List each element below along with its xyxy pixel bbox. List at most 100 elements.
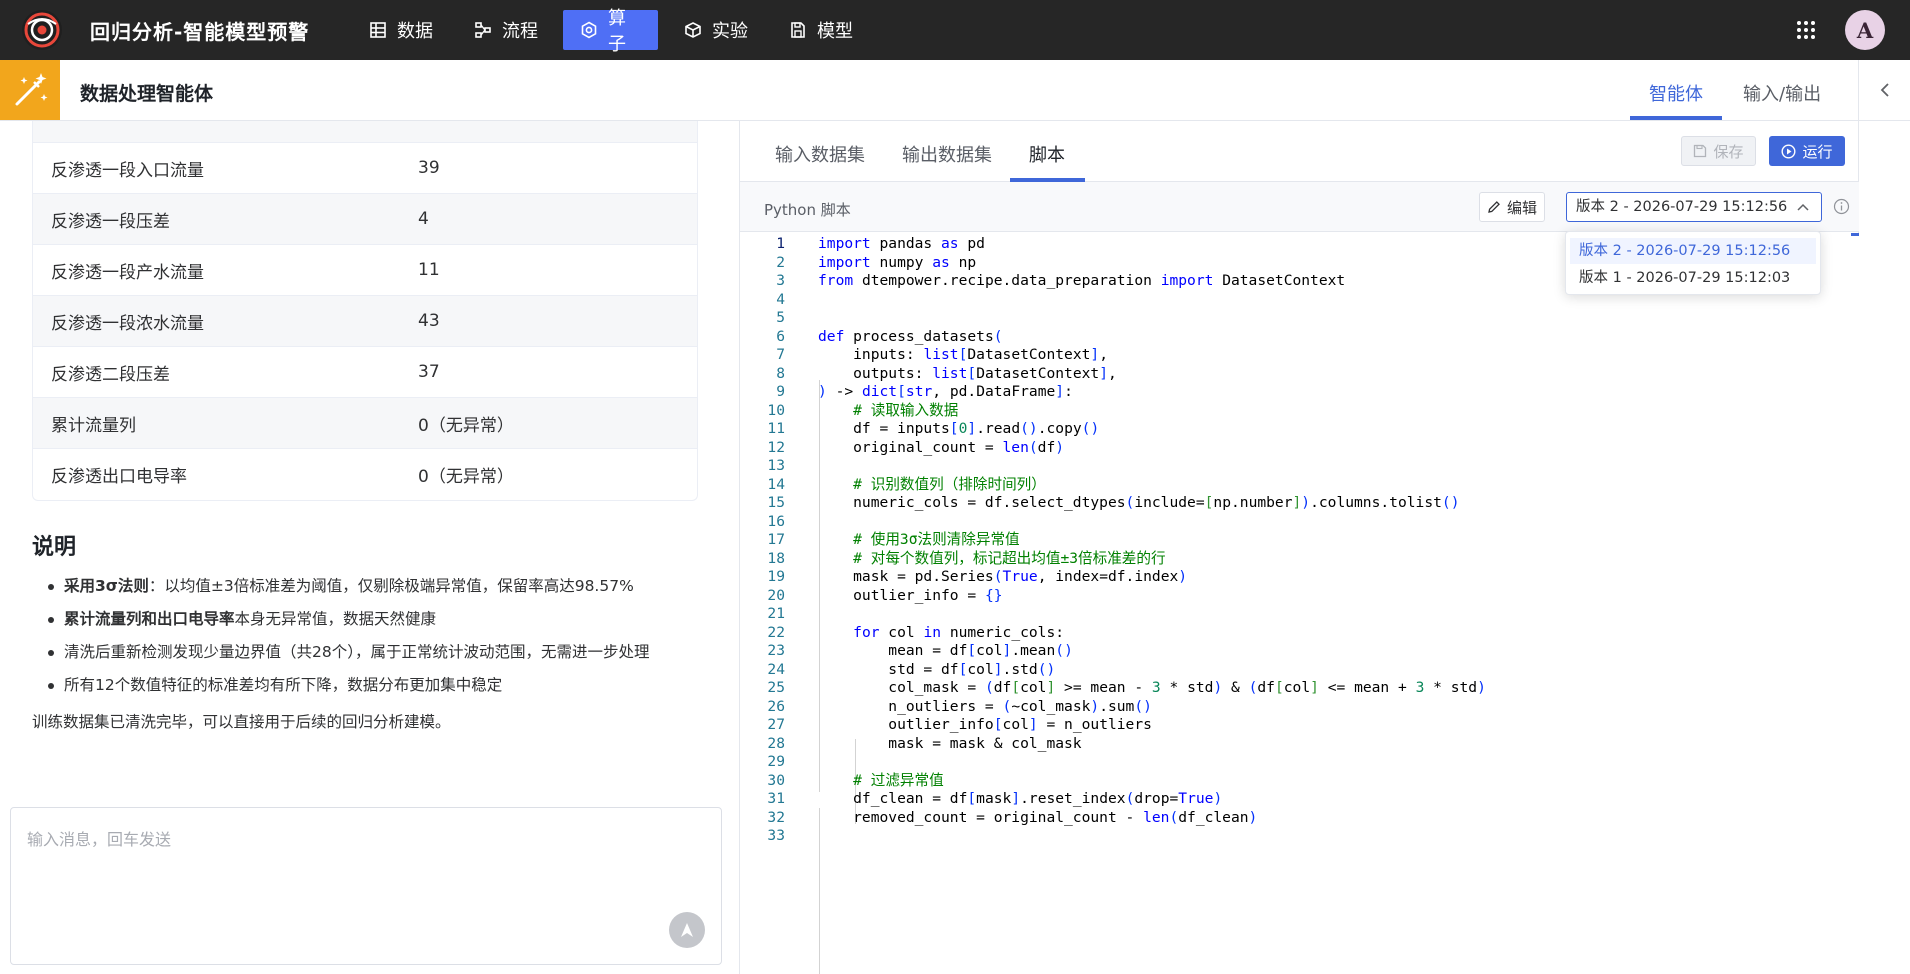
script-toolbar: Python 脚本 编辑 版本 2 - 2026-07-29 15:12:56 <box>740 182 1859 232</box>
top-navbar: 回归分析-智能模型预警 数据 流程 算子 实验 模型 A <box>0 0 1910 60</box>
operator-icon <box>581 21 597 39</box>
table-cell-name: 反渗透一段浓水流量 <box>51 313 204 334</box>
bullet-bold: 累计流量列和出口电导率 <box>64 610 235 628</box>
version-option[interactable]: 版本 2 - 2026-07-29 15:12:56 <box>1570 238 1816 264</box>
tab-agent[interactable]: 智能体 <box>1649 80 1703 106</box>
bullet-bold: 采用3σ法则 <box>64 577 149 595</box>
code-text: mask = mask & col_mask <box>818 734 1082 752</box>
save-icon <box>1694 144 1707 158</box>
scrollbar-marker[interactable] <box>1851 233 1859 236</box>
tab-script[interactable]: 脚本 <box>1029 141 1065 167</box>
nav-label-data: 数据 <box>397 21 433 42</box>
dataset-tabs: 输入数据集 输出数据集 脚本 保存 运行 <box>740 121 1859 182</box>
table-row: 反渗透二段压差 37 <box>33 347 697 398</box>
version-select[interactable]: 版本 2 - 2026-07-29 15:12:56 <box>1566 192 1822 222</box>
cube-icon <box>685 22 701 38</box>
send-button[interactable] <box>669 912 705 948</box>
run-button[interactable]: 运行 <box>1769 136 1845 166</box>
app-logo-icon[interactable] <box>22 10 62 50</box>
bullet-text: 清洗后重新检测发现少量边界值（共28个），属于正常统计波动范围，无需进一步处理 <box>64 643 650 661</box>
table-row: 反渗透一段产水流量 11 <box>33 245 697 296</box>
script-language-label: Python 脚本 <box>764 201 851 219</box>
version-selected-value: 版本 2 - 2026-07-29 15:12:56 <box>1576 199 1788 215</box>
save-label: 保存 <box>1713 142 1744 161</box>
bullet-text: 所有12个数值特征的标准差均有所下降，数据分布更加集中稳定 <box>64 676 503 694</box>
nav-item-model[interactable]: 模型 <box>772 10 870 50</box>
chevron-left-icon[interactable] <box>1875 80 1895 100</box>
nav-label-operator: 算子 <box>608 8 626 55</box>
chat-input[interactable]: 输入消息，回车发送 <box>10 807 722 965</box>
line-number: 33 <box>767 827 785 844</box>
send-icon <box>681 923 693 937</box>
outlier-table: 反渗透一段入口流量 39 反渗透一段压差 4 反渗透一段产水流量 11 反渗透一段浓水… <box>32 121 698 501</box>
table-cell-value: 0（无异常） <box>418 467 514 487</box>
bullet-text: 本身无异常值，数据天然健康 <box>234 610 437 628</box>
table-cell-value: 11 <box>418 260 440 280</box>
list-item: 清洗后重新检测发现少量边界值（共28个），属于正常统计波动范围，无需进一步处理 <box>42 636 722 669</box>
table-icon <box>370 22 386 38</box>
table-cell-name: 反渗透一段压差 <box>51 211 170 232</box>
table-cell-value: 39 <box>418 158 440 178</box>
table-cell-value: 4 <box>418 209 429 229</box>
conclusion-text: 训练数据集已清洗完毕，可以直接用于后续的回归分析建模。 <box>32 713 451 731</box>
table-cell-name: 反渗透一段入口流量 <box>51 160 204 181</box>
list-item: 累计流量列和出口电导率本身无异常值，数据天然健康 <box>42 603 722 636</box>
agent-title: 数据处理智能体 <box>80 83 214 105</box>
info-icon[interactable] <box>1833 198 1850 215</box>
nav-label-model: 模型 <box>817 21 853 42</box>
tab-input-dataset[interactable]: 输入数据集 <box>775 141 865 167</box>
notes-list: 采用3σ法则：以均值±3倍标准差为阈值，仅剔除极端异常值，保留率高达98.57%… <box>42 570 722 702</box>
table-row: 反渗透出口电导率 0（无异常） <box>33 449 697 500</box>
save-button[interactable]: 保存 <box>1681 136 1756 166</box>
code-text: outlier_info = {} <box>818 586 1003 604</box>
table-row: 反渗透一段入口流量 39 <box>33 143 697 194</box>
magic-wand-icon <box>0 60 60 120</box>
chat-panel: 反渗透一段入口流量 39 反渗透一段压差 4 反渗透一段产水流量 11 反渗透一段浓水… <box>0 121 738 974</box>
play-icon <box>1781 143 1796 159</box>
list-item: 采用3σ法则：以均值±3倍标准差为阈值，仅剔除极端异常值，保留率高达98.57% <box>42 570 722 603</box>
nav-label-flow: 流程 <box>502 21 538 42</box>
model-icon <box>791 22 805 38</box>
nav-item-experiment[interactable]: 实验 <box>667 10 765 50</box>
table-cell-name: 累计流量列 <box>51 415 136 436</box>
tab-input-output[interactable]: 输入/输出 <box>1743 80 1821 106</box>
bullet-text: ：以均值±3倍标准差为阈值，仅剔除极端异常值，保留率高达98.57% <box>148 577 634 595</box>
active-tab-indicator <box>1630 116 1722 120</box>
table-cell-value: 0（无异常） <box>418 415 514 436</box>
tab-output-dataset[interactable]: 输出数据集 <box>902 141 992 167</box>
apps-grid-icon[interactable] <box>1796 20 1816 40</box>
table-cell-name: 反渗透出口电导率 <box>51 467 187 487</box>
pencil-icon <box>1488 201 1500 213</box>
nav-label-experiment: 实验 <box>712 21 748 42</box>
table-row: 反渗透一段浓水流量 43 <box>33 296 697 347</box>
code-editor[interactable]: 1 import pandas as pd 2 import numpy as np 3… <box>740 233 1859 974</box>
table-cell-name: 反渗透二段压差 <box>51 364 170 385</box>
table-cell-value: 43 <box>418 311 440 331</box>
chat-input-placeholder: 输入消息，回车发送 <box>27 830 172 849</box>
list-item: 所有12个数值特征的标准差均有所下降，数据分布更加集中稳定 <box>42 669 722 702</box>
nav-item-flow[interactable]: 流程 <box>457 10 555 50</box>
code-text: from dtempower.recipe.data_preparation i… <box>818 272 1346 289</box>
version-dropdown: 版本 2 - 2026-07-29 15:12:56 版本 1 - 2026-0… <box>1565 231 1821 295</box>
table-cell-value: 37 <box>418 362 440 382</box>
code-text: removed_count = original_count - len(df_… <box>818 808 1258 826</box>
agent-header: 数据处理智能体 智能体 输入/输出 <box>0 60 1910 121</box>
table-row: 累计流量列 0（无异常） <box>33 398 697 449</box>
edit-button[interactable]: 编辑 <box>1479 192 1545 222</box>
user-avatar[interactable]: A <box>1845 10 1885 50</box>
flow-icon <box>475 22 491 38</box>
notes-title: 说明 <box>32 535 77 560</box>
code-text: numeric_cols = df.select_dtypes(include=… <box>818 494 1460 511</box>
indent-guide <box>819 808 820 974</box>
code-text: original_count = len(df) <box>818 438 1065 456</box>
nav-item-data[interactable]: 数据 <box>352 10 450 50</box>
table-row <box>33 121 697 143</box>
chevron-up-icon <box>1797 203 1809 211</box>
version-option[interactable]: 版本 1 - 2026-07-29 15:12:03 <box>1570 265 1816 291</box>
table-cell-name: 反渗透一段产水流量 <box>51 262 204 283</box>
app-title: 回归分析-智能模型预警 <box>90 20 310 44</box>
table-row: 反渗透一段压差 4 <box>33 194 697 245</box>
run-label: 运行 <box>1802 142 1833 161</box>
edit-label: 编辑 <box>1506 198 1537 217</box>
nav-item-operator[interactable]: 算子 <box>563 8 658 55</box>
